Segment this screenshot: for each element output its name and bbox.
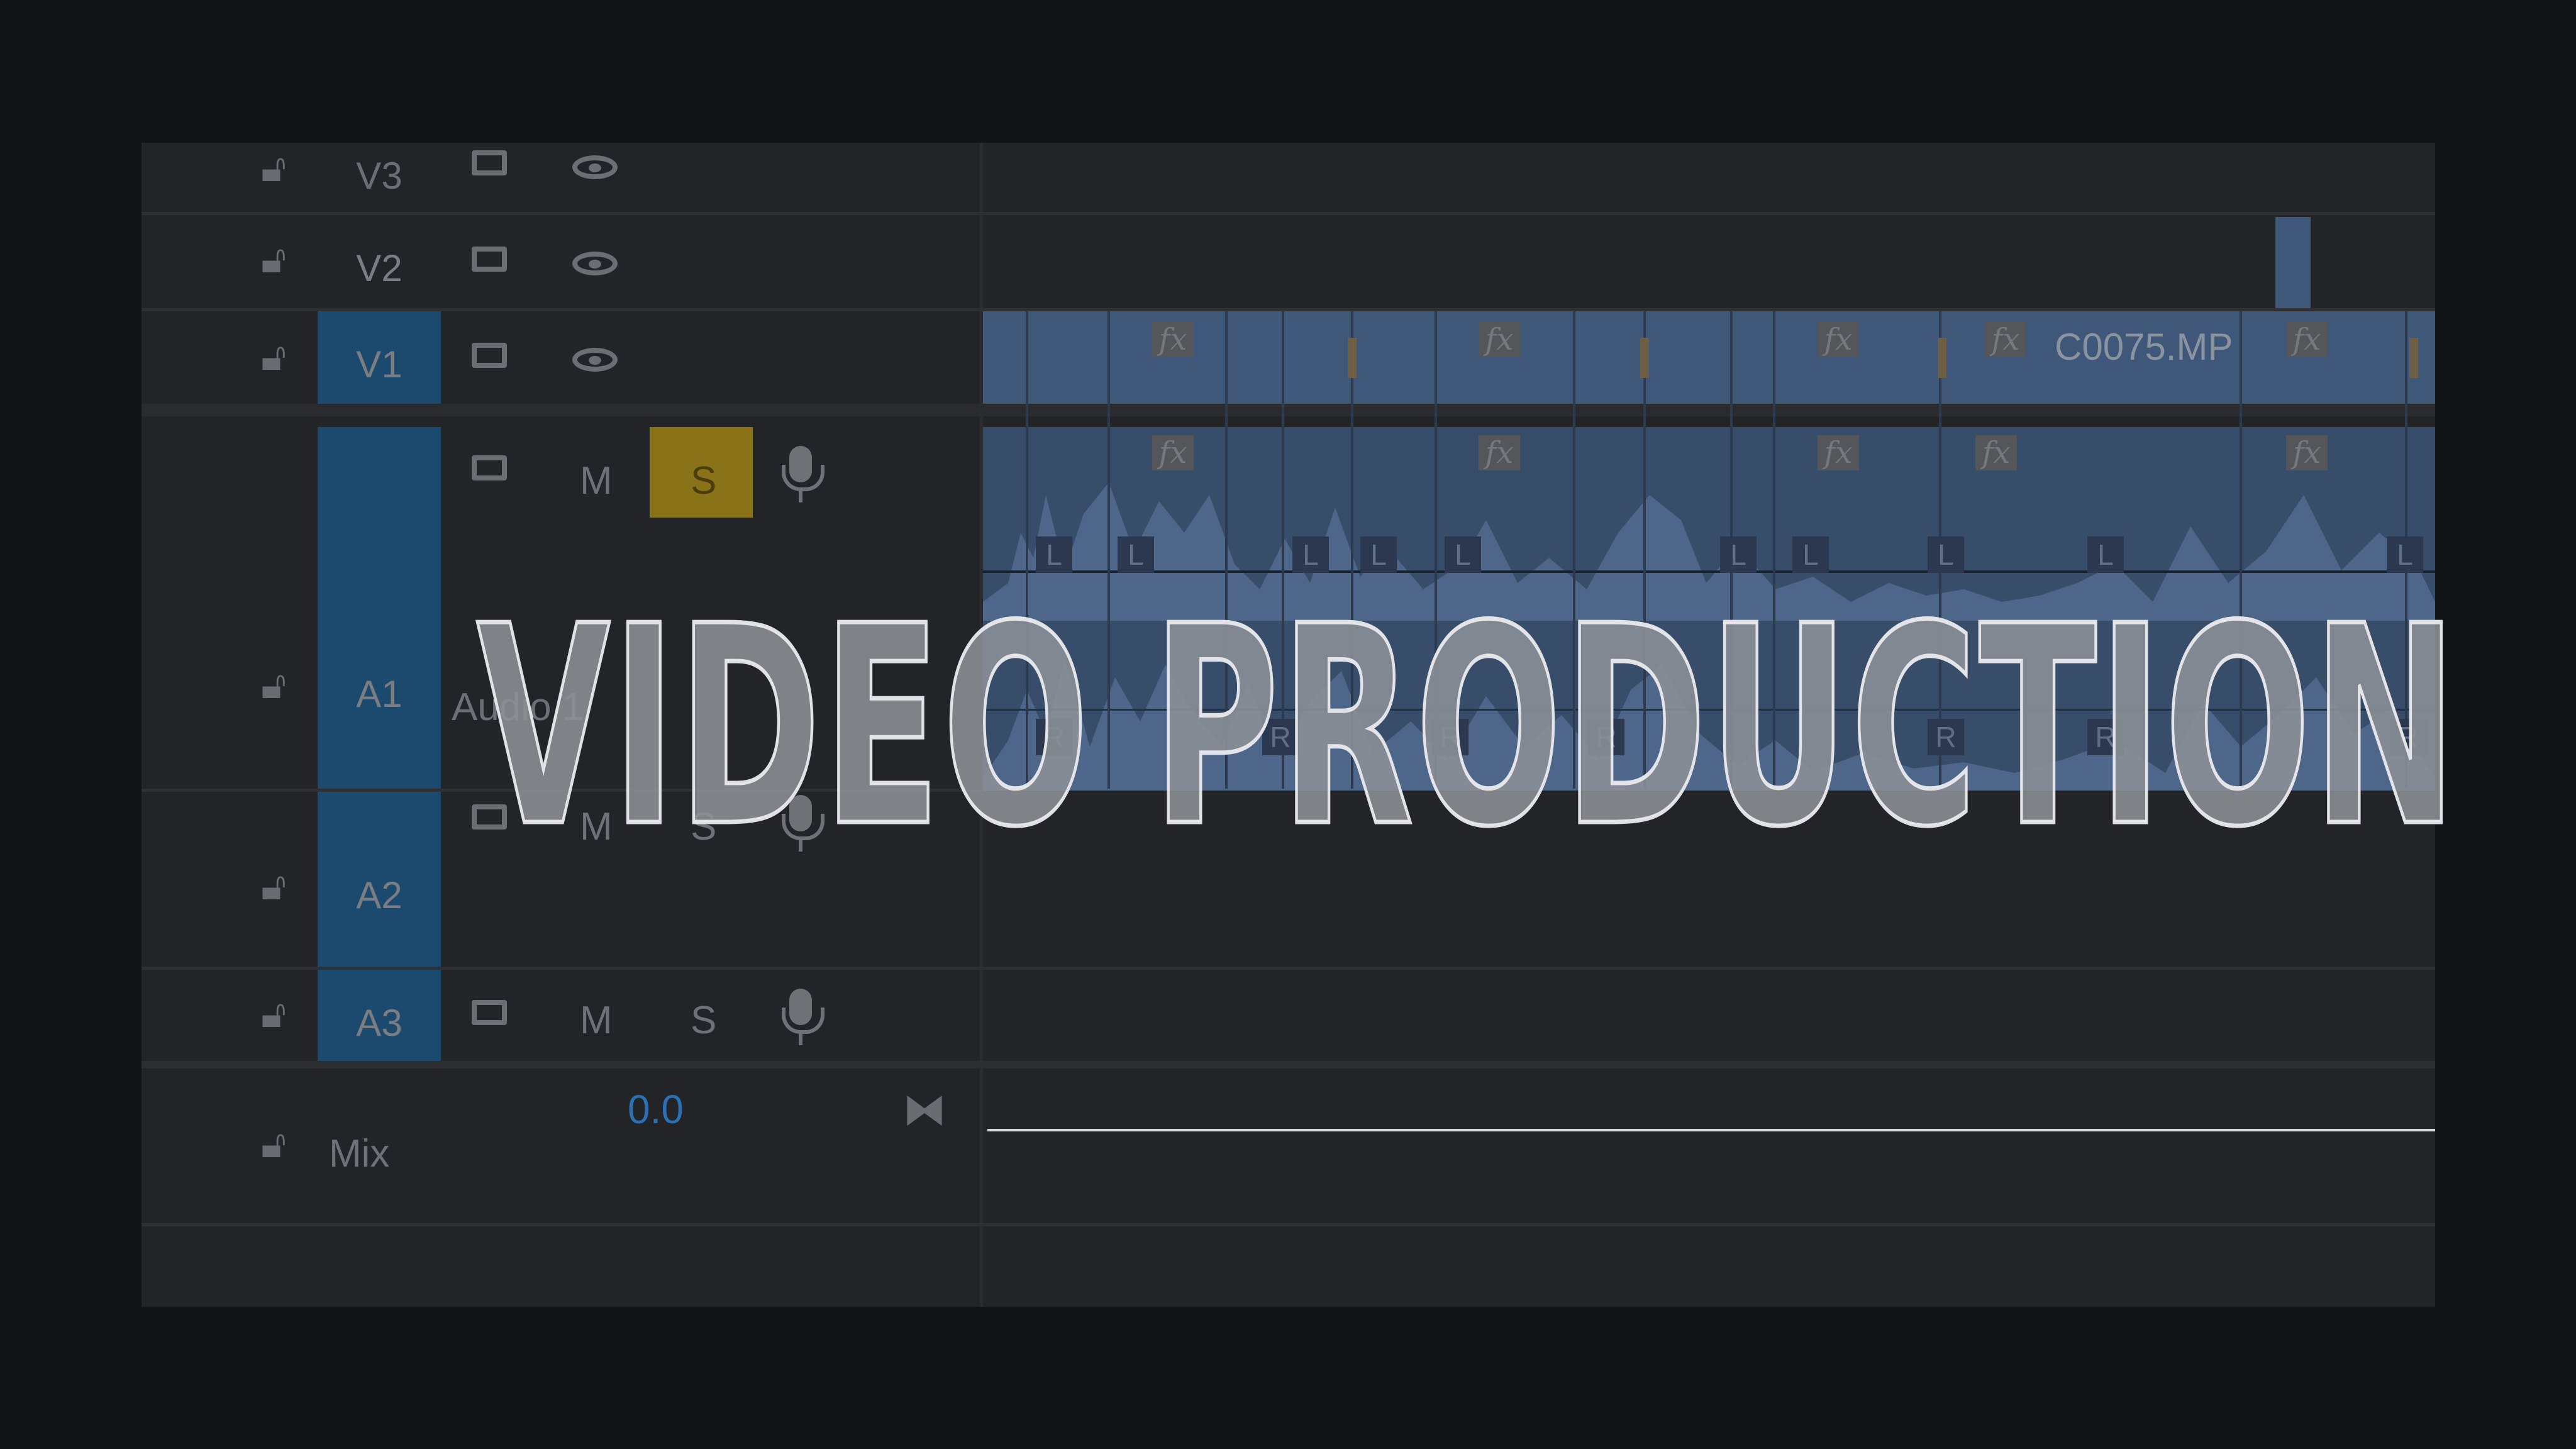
sync-lock-icon[interactable] [472,150,507,175]
mix-volume-line[interactable] [987,1129,2435,1131]
overlay-title: VIDEO PRODUCTION [475,567,2459,887]
voiceover-mic-icon[interactable] [782,446,824,502]
video-clip-v2[interactable] [2275,217,2311,308]
voiceover-mic-icon[interactable] [782,989,824,1045]
track-target-a1[interactable] [318,427,441,789]
fx-badge[interactable]: fx [1152,322,1194,357]
mix-volume-value[interactable]: 0.0 [628,1086,684,1133]
fx-badge[interactable]: fx [1479,435,1520,470]
lock-icon[interactable]: 🔓︎ [261,867,286,906]
clip-marker[interactable] [1640,338,1649,378]
video-clip-name: C0075.MP [2055,326,2233,368]
eye-icon[interactable] [572,252,618,275]
mute-button[interactable]: M [580,458,613,503]
sync-lock-icon[interactable] [472,455,507,480]
clip-marker[interactable] [1348,338,1357,378]
track-v2: 🔓︎ V2 [142,215,2435,308]
fx-badge[interactable]: fx [1985,322,2026,357]
mix-label: Mix [329,1132,390,1175]
track-name-a2[interactable]: A2 [318,874,441,917]
sync-lock-icon[interactable] [472,343,507,368]
fx-badge[interactable]: fx [1818,322,1859,357]
track-name-v1[interactable]: V1 [318,343,441,386]
mix-bowtie-icon[interactable]: ⧓ [902,1087,947,1131]
clip-marker[interactable] [2409,338,2418,378]
lock-icon[interactable]: 🔓︎ [261,240,286,279]
solo-label: S [691,459,717,502]
fx-badge[interactable]: fx [1975,435,2017,470]
track-name-v3[interactable]: V3 [318,154,441,197]
lock-icon[interactable]: 🔓︎ [261,1125,286,1164]
fx-badge[interactable]: fx [2286,322,2328,357]
fx-badge[interactable]: fx [2286,435,2328,470]
sync-lock-icon[interactable] [472,247,507,272]
track-a3: 🔓︎ A3 M S [142,970,2435,1061]
row-separator [142,1223,2435,1226]
lock-icon[interactable]: 🔓︎ [261,149,286,188]
fx-badge[interactable]: fx [1152,435,1194,470]
clip-marker[interactable] [1938,338,1946,378]
sync-lock-icon[interactable] [472,1000,507,1025]
lock-icon[interactable]: 🔓︎ [261,338,286,377]
mute-button[interactable]: M [580,998,613,1043]
lock-icon[interactable]: 🔓︎ [261,666,286,705]
fx-badge[interactable]: fx [1818,435,1859,470]
track-name-a3[interactable]: A3 [318,1001,441,1045]
track-v3: 🔓︎ V3 [142,143,2435,212]
track-name-v2[interactable]: V2 [318,247,441,290]
eye-icon[interactable] [572,348,618,372]
row-separator [142,1061,2435,1069]
row-separator [142,404,2435,416]
lock-icon[interactable]: 🔓︎ [261,995,286,1034]
fx-badge[interactable]: fx [1479,322,1520,357]
track-name-a1[interactable]: A1 [318,672,441,716]
track-mix: 🔓︎ Mix ⧓ [142,1069,2435,1223]
eye-icon[interactable] [572,155,618,179]
solo-button[interactable]: S [691,998,716,1043]
